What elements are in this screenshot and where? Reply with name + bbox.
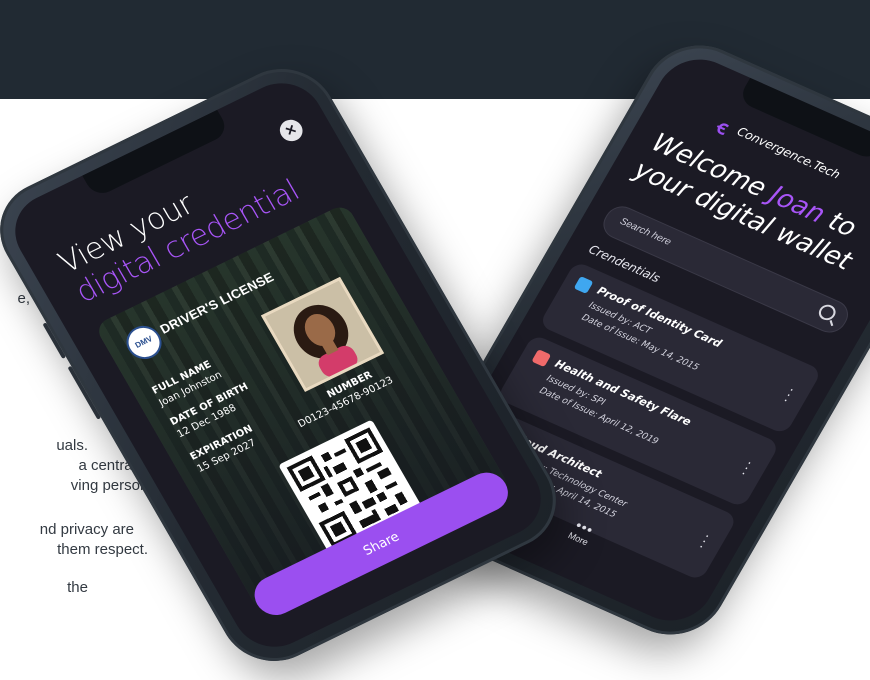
phone-notch — [82, 109, 231, 199]
more-vertical-icon[interactable]: · · · — [780, 381, 798, 407]
id-card-icon — [573, 276, 594, 294]
bg-text-line: nd privacy are — [39, 521, 134, 538]
more-vertical-icon[interactable]: · · · — [738, 454, 756, 480]
credential-screen: ✕ View your digital credential DMV DRIVE… — [0, 69, 556, 661]
license-heading: DRIVER'S LICENSE — [157, 269, 277, 337]
search-icon[interactable] — [815, 302, 839, 323]
bg-text-line: a central — [78, 457, 136, 474]
phone-side-button — [42, 322, 67, 359]
bg-text-line: the — [67, 579, 88, 596]
close-icon[interactable]: ✕ — [275, 116, 307, 145]
bg-text-line: them respect. — [57, 541, 148, 558]
search-placeholder: Search here — [617, 216, 674, 248]
bg-text-line: e, — [17, 290, 30, 307]
more-vertical-icon[interactable]: · · · — [696, 527, 714, 553]
bg-text-line: uals. — [56, 437, 88, 454]
health-icon — [531, 349, 552, 368]
brand-logo-icon: ꞓ — [712, 116, 733, 140]
